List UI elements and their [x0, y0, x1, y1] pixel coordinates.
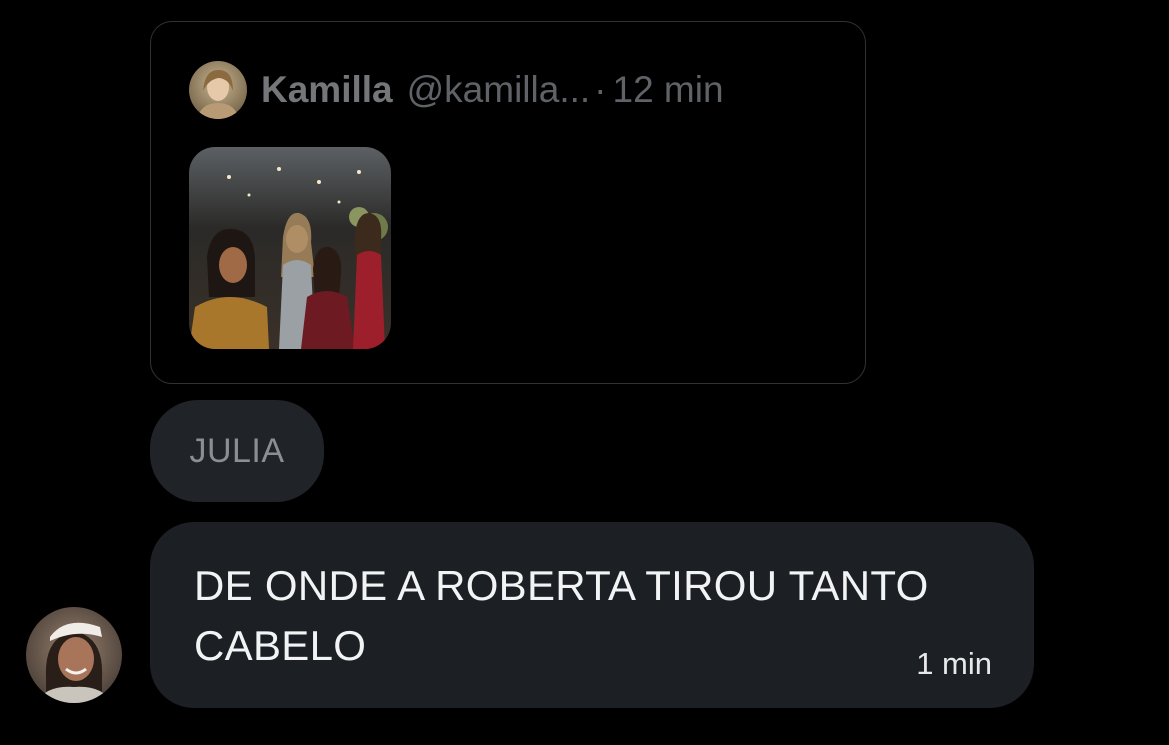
reply-preview-text: JULIA: [189, 431, 285, 470]
dot-separator: ·: [594, 69, 607, 110]
message-bubble[interactable]: DE ONDE A ROBERTA TIROU TANTO CABELO 1 m…: [150, 522, 1034, 708]
quoted-post-header: Kamilla @kamilla... · 12 min: [189, 60, 724, 120]
quoted-post-photo[interactable]: [189, 147, 391, 349]
quoted-post-card[interactable]: Kamilla @kamilla... · 12 min: [150, 21, 866, 384]
message-timestamp: 1 min: [916, 646, 992, 681]
sender-avatar[interactable]: [26, 607, 122, 703]
quoted-author-name[interactable]: Kamilla: [261, 69, 393, 111]
quoted-author-avatar[interactable]: [189, 61, 247, 119]
message-text: DE ONDE A ROBERTA TIROU TANTO CABELO: [194, 562, 929, 669]
dm-conversation: Kamilla @kamilla... · 12 min JULIA DE ON…: [0, 0, 1169, 745]
quoted-post-time: 12 min: [612, 69, 724, 110]
reply-preview-bubble[interactable]: JULIA: [150, 400, 324, 502]
quoted-author-handle[interactable]: @kamilla...: [407, 69, 591, 111]
